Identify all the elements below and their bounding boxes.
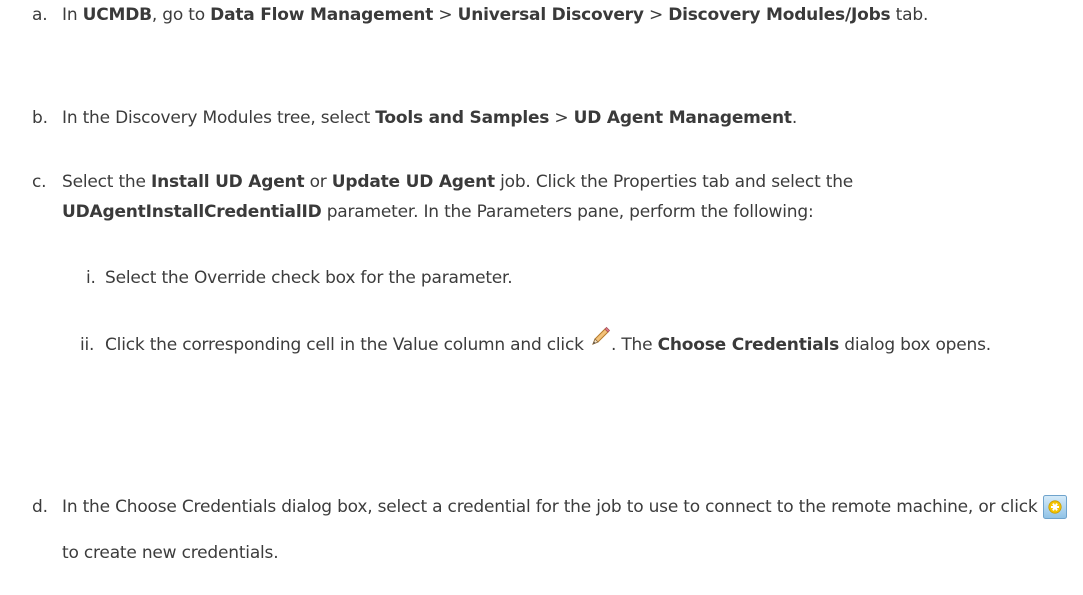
data-flow-management-term: Data Flow Management <box>210 5 434 25</box>
discovery-modules-jobs-term: Discovery Modules/Jobs <box>668 5 891 25</box>
step-c-marker: c. <box>32 172 47 192</box>
ud-agent-management-term: UD Agent Management <box>573 108 792 128</box>
step-d: d. In the Choose Credentials dialog box,… <box>32 492 1075 576</box>
step-c-i-marker: i. <box>86 268 96 288</box>
step-c: c. Select the Install UD Agent or Update… <box>32 167 1072 227</box>
step-a-text: In UCMDB, go to Data Flow Management > U… <box>62 5 929 25</box>
pencil-icon[interactable] <box>589 326 611 348</box>
ucmdb-term: UCMDB <box>82 5 152 25</box>
install-ud-agent-term: Install UD Agent <box>150 172 305 192</box>
tools-and-samples-term: Tools and Samples <box>375 108 550 128</box>
step-c-ii: ii. Click the corresponding cell in the … <box>80 326 1075 360</box>
step-d-marker: d. <box>32 497 48 517</box>
step-d-text: In the Choose Credentials dialog box, se… <box>62 484 1075 576</box>
step-a: a. In UCMDB, go to Data Flow Management … <box>32 0 1072 30</box>
udagentinstallcredentialid-term: UDAgentInstallCredentialID <box>62 202 322 222</box>
step-c-ii-marker: ii. <box>80 335 95 355</box>
step-b-marker: b. <box>32 108 48 128</box>
step-a-marker: a. <box>32 5 48 25</box>
new-credentials-icon[interactable] <box>1042 491 1067 519</box>
universal-discovery-term: Universal Discovery <box>457 5 644 25</box>
step-b: b. In the Discovery Modules tree, select… <box>32 103 1072 133</box>
step-c-i: i. Select the Override check box for the… <box>80 263 1070 293</box>
choose-credentials-term: Choose Credentials <box>657 335 840 355</box>
step-b-text: In the Discovery Modules tree, select To… <box>62 108 798 128</box>
step-c-i-text: Select the Override check box for the pa… <box>105 268 513 288</box>
step-c-ii-text: Click the corresponding cell in the Valu… <box>105 326 1075 360</box>
step-c-text: Select the Install UD Agent or Update UD… <box>62 172 854 222</box>
update-ud-agent-term: Update UD Agent <box>331 172 495 192</box>
